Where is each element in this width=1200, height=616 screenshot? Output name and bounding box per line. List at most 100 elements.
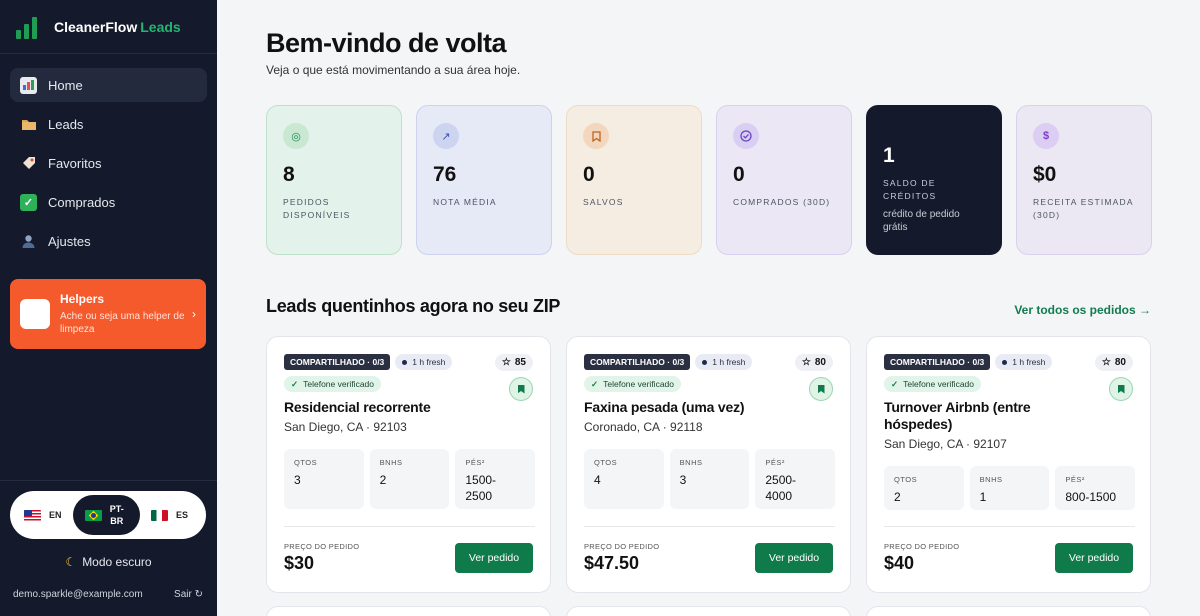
sidebar-item-favoritos[interactable]: Favoritos bbox=[10, 146, 207, 180]
spec-label: BNHS bbox=[679, 458, 703, 467]
user-email: demo.sparkle@example.com bbox=[13, 589, 143, 600]
price-label: PREÇO DO PEDIDO bbox=[584, 542, 660, 551]
star-icon: ☆ bbox=[501, 357, 511, 368]
lead-card bbox=[266, 606, 551, 616]
lead-card: COMPARTILHADO · 0/3 1 h fresh ☆ 80 ✓ Telef… bbox=[566, 336, 851, 593]
fresh-badge: 1 h fresh bbox=[395, 354, 453, 370]
check-icon: ✓ bbox=[891, 378, 899, 389]
sidebar-item-home[interactable]: Home bbox=[10, 68, 207, 102]
sidebar-item-comprados[interactable]: ✓ Comprados bbox=[10, 185, 207, 219]
lead-price: $30 bbox=[284, 553, 315, 573]
dot-icon bbox=[702, 359, 708, 365]
page-subtitle: Veja o que está movimentando a sua área … bbox=[266, 63, 521, 77]
sidebar-item-label: Favoritos bbox=[48, 155, 102, 171]
stat-value: 76 bbox=[433, 163, 457, 186]
bookmark-icon bbox=[583, 123, 609, 149]
score-badge: ☆ 80 bbox=[1094, 354, 1133, 371]
helpers-title: Helpers bbox=[60, 292, 105, 306]
bookmark-button[interactable] bbox=[1109, 377, 1133, 401]
spec-label: QTOS bbox=[894, 475, 918, 484]
shared-badge: COMPARTILHADO · 0/3 bbox=[284, 354, 391, 370]
lang-code: EN bbox=[49, 510, 62, 520]
brand-name: CleanerFlow bbox=[54, 18, 138, 35]
user-icon bbox=[20, 233, 37, 250]
spec-label: BNHS bbox=[979, 475, 1003, 484]
lang-option-pt-br[interactable]: PT- BR bbox=[72, 495, 140, 535]
sidebar-item-leads[interactable]: Leads bbox=[10, 107, 207, 141]
lead-price: $40 bbox=[884, 553, 915, 573]
logout-button[interactable]: Sair ↻ bbox=[174, 589, 203, 600]
divider bbox=[584, 526, 835, 527]
spec-value: 3 bbox=[679, 473, 687, 487]
sidebar-item-label: Leads bbox=[48, 116, 84, 132]
sidebar-item-label: Ajustes bbox=[48, 233, 91, 249]
lead-cards: COMPARTILHADO · 0/3 1 h fresh ☆ 85 ✓ Telef… bbox=[266, 336, 1151, 593]
sidebar-item-ajustes[interactable]: Ajustes bbox=[10, 224, 207, 258]
bookmark-icon bbox=[517, 384, 525, 394]
helpers-subtitle: Ache ou seja uma helper de limpeza bbox=[60, 311, 185, 335]
stat-card-salvos: 0 Salvos bbox=[566, 105, 702, 255]
verified-badge: ✓ Telefone verificado bbox=[884, 376, 982, 392]
view-lead-button[interactable]: Ver pedido bbox=[1055, 543, 1133, 573]
bookmark-icon bbox=[1117, 384, 1125, 394]
lead-card: COMPARTILHADO · 0/3 1 h fresh ☆ 80 ✓ Telef… bbox=[866, 336, 1151, 593]
moon-icon: ☾ bbox=[65, 555, 77, 569]
user-row: demo.sparkle@example.com Sair ↻ bbox=[13, 589, 203, 600]
spec-value: 2 bbox=[894, 490, 901, 504]
lang-option-en[interactable]: EN bbox=[24, 509, 62, 521]
stat-label: Receita estimada (30d) bbox=[1033, 197, 1134, 220]
trending-up-icon: ↗ bbox=[433, 123, 459, 149]
lead-title: Turnover Airbnb (entre hóspedes) bbox=[884, 399, 1031, 432]
bookmark-icon bbox=[817, 384, 825, 394]
lead-location: San Diego, CA · 92103 bbox=[284, 420, 407, 434]
lead-card: COMPARTILHADO · 0/3 1 h fresh ☆ 85 ✓ Telef… bbox=[266, 336, 551, 593]
check-icon: ✓ bbox=[291, 378, 299, 389]
see-all-link[interactable]: Ver todos os pedidos → bbox=[1014, 303, 1151, 317]
spec-value: 4 bbox=[594, 473, 601, 487]
bookmark-button[interactable] bbox=[809, 377, 833, 401]
lead-title: Residencial recorrente bbox=[284, 399, 431, 415]
star-icon: ☆ bbox=[1101, 357, 1111, 368]
helpers-logo bbox=[20, 299, 50, 329]
lead-location: San Diego, CA · 92107 bbox=[884, 437, 1007, 451]
stat-label: Nota média bbox=[433, 197, 497, 207]
spec-value: 1 bbox=[979, 490, 987, 504]
helpers-card[interactable]: Helpers Ache ou seja uma helper de limpe… bbox=[10, 279, 206, 349]
stat-label: Comprados (30d) bbox=[733, 197, 831, 207]
stat-card-creditos: 1 Saldo de créditos crédito de pedido gr… bbox=[866, 105, 1002, 255]
fresh-label: 1 h fresh bbox=[412, 357, 446, 367]
section-title: Leads quentinhos agora no seu ZIP bbox=[266, 296, 561, 316]
sidebar-item-label: Home bbox=[48, 77, 83, 93]
fresh-badge: 1 h fresh bbox=[995, 354, 1053, 370]
lead-location: Coronado, CA · 92118 bbox=[584, 420, 703, 434]
lead-price: $47.50 bbox=[584, 553, 640, 573]
dark-mode-toggle[interactable]: ☾ Modo escuro bbox=[0, 555, 217, 569]
view-lead-button[interactable]: Ver pedido bbox=[455, 543, 533, 573]
stats-row: ◎ 8 Pedidos disponíveis ↗ 76 Nota média … bbox=[266, 105, 1152, 255]
verified-badge: ✓ Telefone verificado bbox=[284, 376, 382, 392]
spec-value: 3 bbox=[294, 473, 301, 487]
fresh-badge: 1 h fresh bbox=[695, 354, 753, 370]
spec-label: BNHS bbox=[379, 458, 403, 467]
spec-label: QTOS bbox=[594, 458, 618, 467]
dark-mode-label: Modo escuro bbox=[82, 555, 152, 569]
spec-beds: QTOS 3 bbox=[284, 449, 364, 509]
lang-option-es[interactable]: ES bbox=[150, 509, 188, 521]
lang-code: ES bbox=[175, 510, 188, 520]
spec-label: QTOS bbox=[294, 458, 318, 467]
chevron-right-icon: › bbox=[192, 307, 196, 321]
spec-value: 1500-2500 bbox=[465, 473, 497, 503]
divider bbox=[884, 526, 1135, 527]
dot-icon bbox=[402, 359, 408, 365]
bookmark-button[interactable] bbox=[509, 377, 533, 401]
verified-label: Telefone verificado bbox=[303, 379, 375, 389]
score-value: 80 bbox=[1114, 357, 1126, 368]
check-icon: ✓ bbox=[591, 378, 599, 389]
spec-baths: BNHS 2 bbox=[369, 449, 450, 509]
sidebar-nav: Home Leads Favoritos ✓ Comprados Ajustes bbox=[0, 54, 217, 258]
brand[interactable]: CleanerFlow Leads bbox=[0, 0, 217, 54]
view-lead-button[interactable]: Ver pedido bbox=[755, 543, 833, 573]
page-title: Bem-vindo de volta bbox=[266, 28, 507, 58]
lead-card bbox=[566, 606, 851, 616]
verified-label: Telefone verificado bbox=[903, 379, 975, 389]
